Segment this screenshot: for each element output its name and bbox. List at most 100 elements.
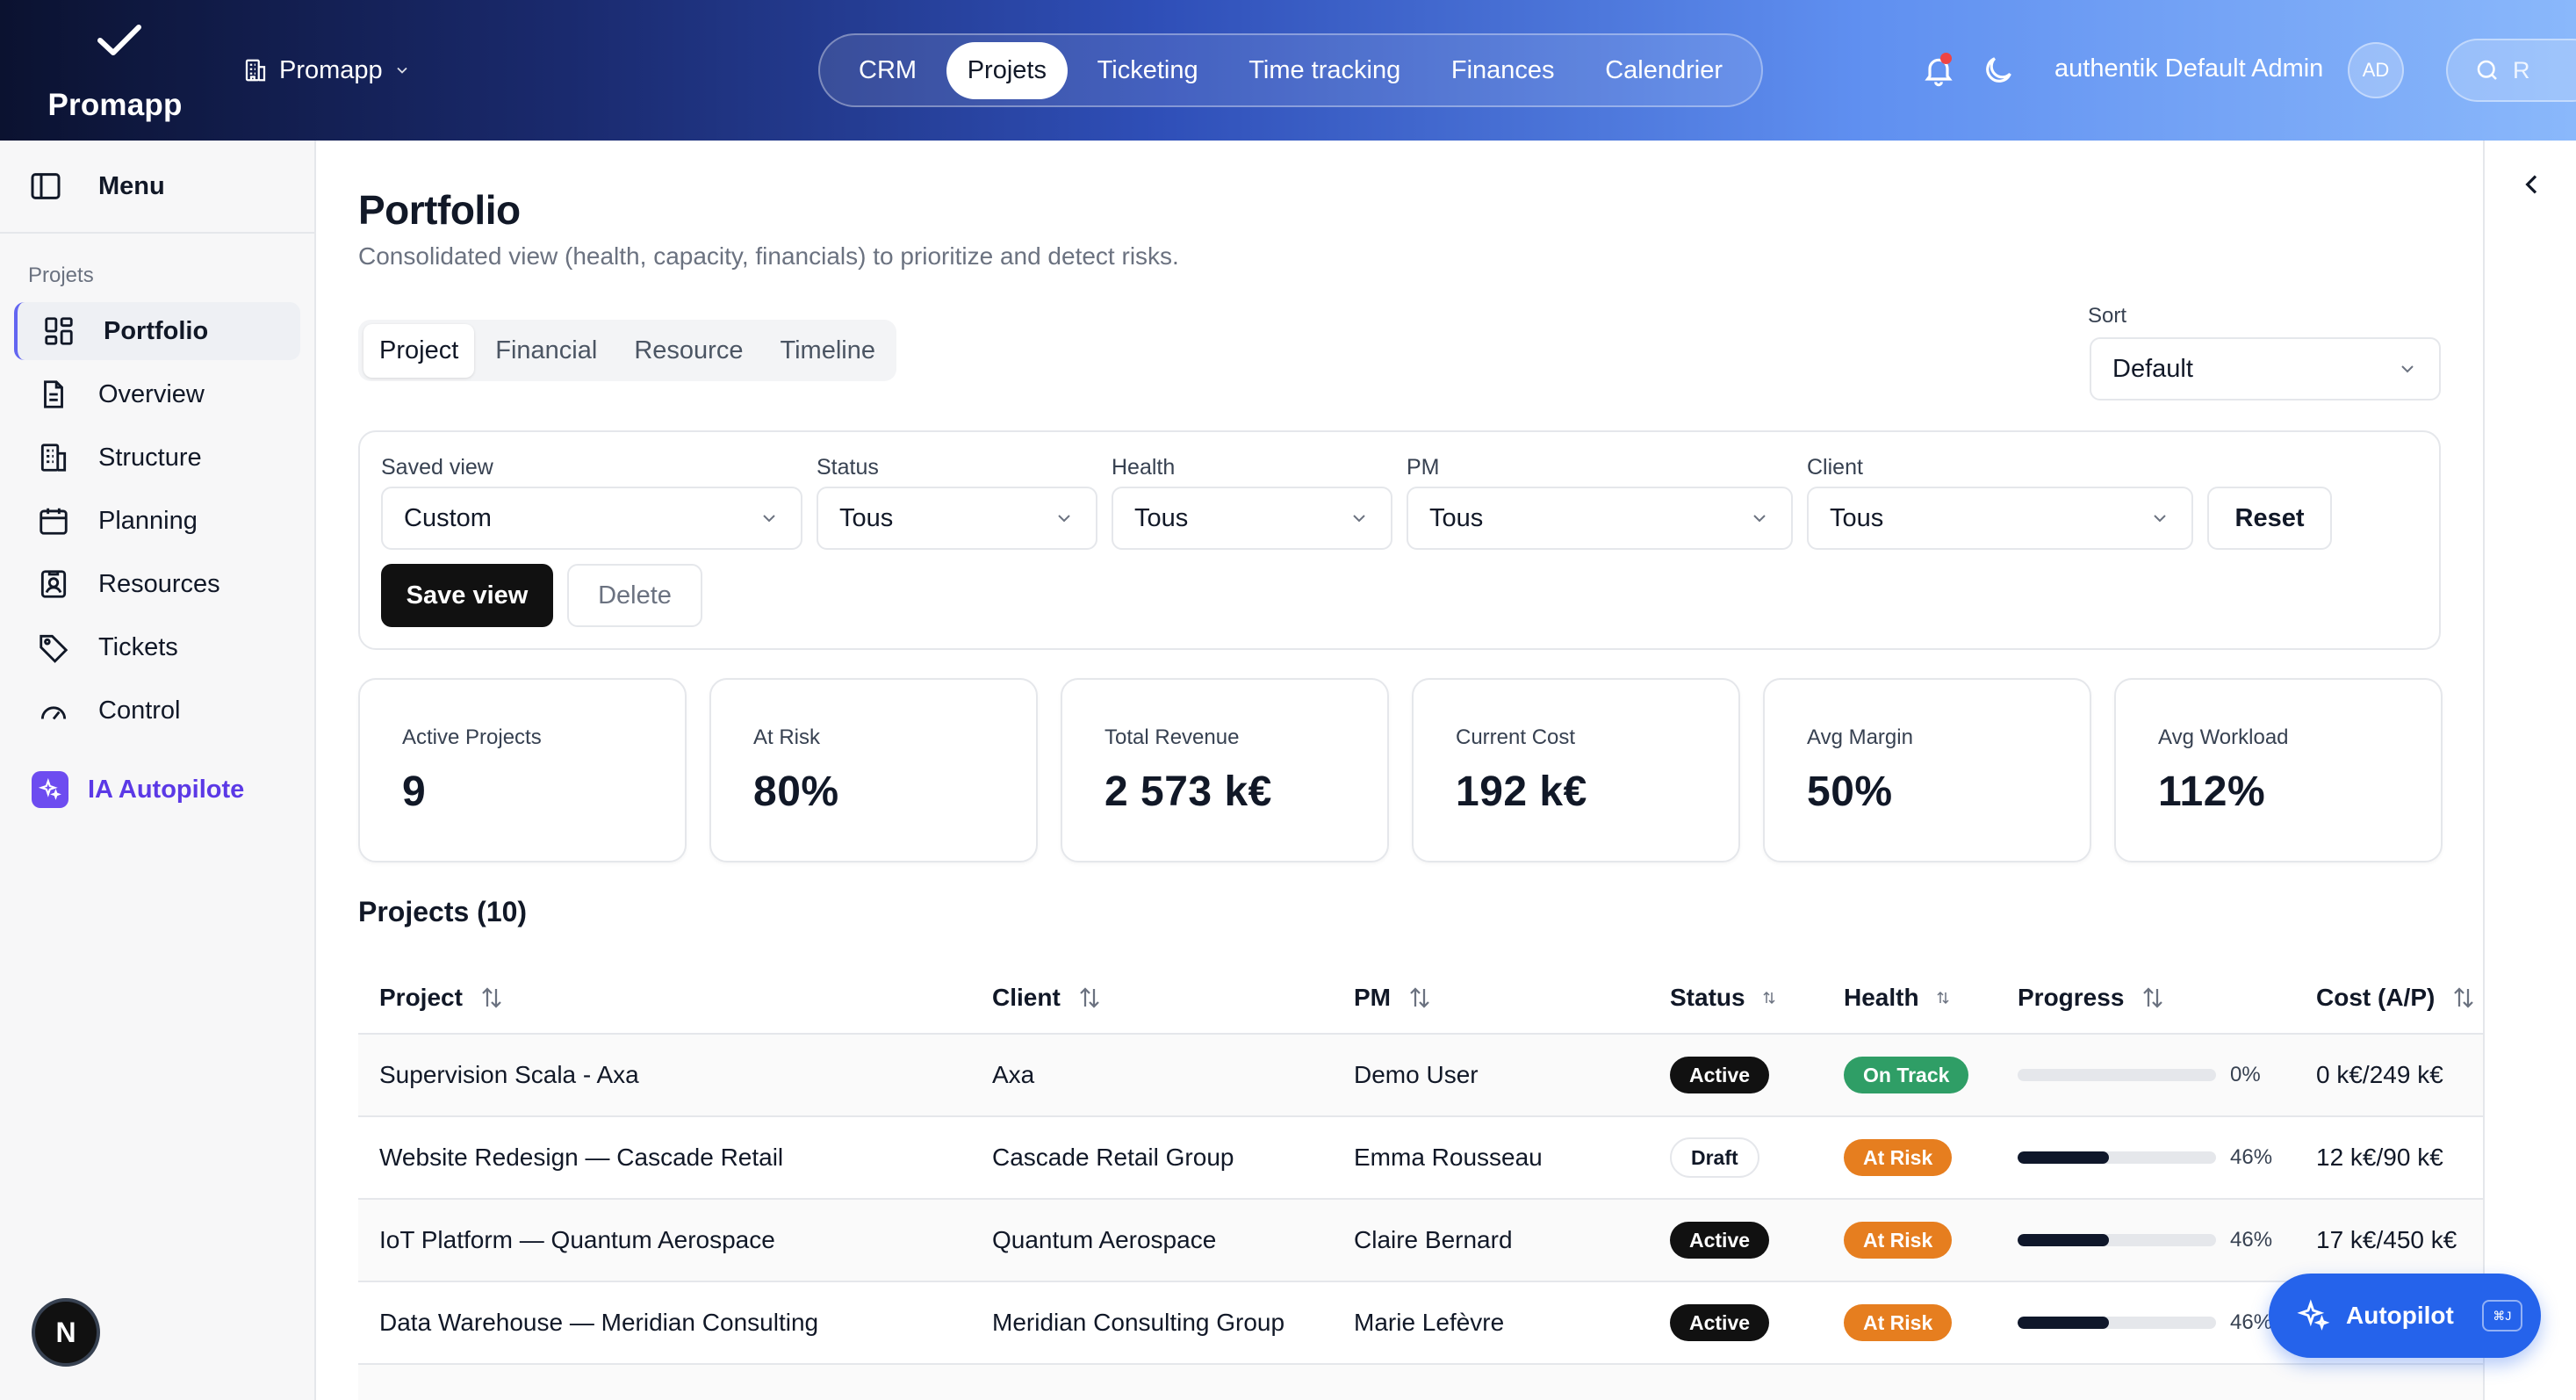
tab-resource[interactable]: Resource bbox=[618, 324, 759, 378]
column-header-pm[interactable]: PM bbox=[1354, 961, 1433, 1035]
tab-timeline[interactable]: Timeline bbox=[764, 324, 891, 378]
kpi-avg-margin: Avg Margin 50% bbox=[1763, 678, 2091, 862]
brand-logo[interactable]: Promapp bbox=[0, 0, 230, 141]
sidebar-item-control[interactable]: Control bbox=[14, 682, 300, 740]
cell-health: At Risk bbox=[1844, 1117, 1953, 1198]
kpi-value: 80% bbox=[753, 769, 839, 815]
saved-view-value: Custom bbox=[404, 503, 492, 532]
sort-icon bbox=[2143, 987, 2163, 1008]
health-badge: At Risk bbox=[1844, 1139, 1953, 1176]
moon-icon[interactable] bbox=[1981, 53, 2016, 88]
cell-status: Active bbox=[1670, 1035, 1770, 1115]
cell-progress: 46% bbox=[2018, 1282, 2272, 1363]
sidebar-item-label: Portfolio bbox=[104, 316, 209, 345]
health-badge: On Track bbox=[1844, 1057, 1969, 1093]
pm-filter-select[interactable]: Tous bbox=[1407, 487, 1793, 550]
chevron-down-icon bbox=[1058, 515, 1070, 523]
progress-bar bbox=[2018, 1151, 2216, 1164]
nav-projets[interactable]: Projets bbox=[946, 41, 1068, 99]
nav-finances[interactable]: Finances bbox=[1430, 42, 1576, 99]
reset-button[interactable]: Reset bbox=[2207, 487, 2332, 550]
grid-icon bbox=[45, 317, 73, 345]
status-filter-select[interactable]: Tous bbox=[817, 487, 1097, 550]
cell-client: Cascade Retail Group bbox=[992, 1144, 1234, 1171]
status-badge: Active bbox=[1670, 1057, 1770, 1093]
health-filter-select[interactable]: Tous bbox=[1112, 487, 1392, 550]
sparkle-icon bbox=[2297, 1299, 2330, 1331]
chevron-down-icon bbox=[397, 67, 407, 74]
save-view-button[interactable]: Save view bbox=[381, 564, 553, 627]
sort-select[interactable]: Default bbox=[2090, 337, 2441, 401]
table-row[interactable]: Data Warehouse — Meridian Consulting Mer… bbox=[358, 1282, 2483, 1365]
sidebar-item-tickets[interactable]: Tickets bbox=[14, 618, 300, 676]
sidebar-item-portfolio[interactable]: Portfolio bbox=[14, 302, 300, 360]
nav-crm[interactable]: CRM bbox=[838, 42, 938, 99]
column-header-cost[interactable]: Cost (A/P) bbox=[2316, 961, 2477, 1035]
client-filter-value: Tous bbox=[1830, 503, 1884, 532]
projects-section-title: Projects (10) bbox=[358, 896, 528, 927]
sidebar-item-structure[interactable]: Structure bbox=[14, 429, 300, 487]
kpi-avg-workload: Avg Workload 112% bbox=[2114, 678, 2443, 862]
nav-time-tracking[interactable]: Time tracking bbox=[1227, 42, 1421, 99]
id-badge-icon bbox=[40, 570, 67, 598]
user-avatar[interactable]: AD bbox=[2348, 42, 2404, 98]
cell-project[interactable]: IoT Platform — Quantum Aerospace bbox=[379, 1200, 775, 1281]
saved-view-select[interactable]: Custom bbox=[381, 487, 802, 550]
table-row[interactable]: Website Redesign — Cascade Retail Cascad… bbox=[358, 1117, 2483, 1200]
client-filter-select[interactable]: Tous bbox=[1807, 487, 2193, 550]
pm-filter-label: PM bbox=[1407, 455, 1440, 480]
autopilot-button[interactable]: Autopilot ⌘J bbox=[2269, 1274, 2541, 1358]
menu-toggle[interactable]: Menu bbox=[0, 141, 314, 234]
kpi-total-revenue: Total Revenue 2 573 k€ bbox=[1061, 678, 1389, 862]
kpi-value: 2 573 k€ bbox=[1105, 769, 1272, 815]
user-name[interactable]: authentik Default Admin bbox=[2054, 54, 2323, 83]
cell-status: Draft bbox=[1670, 1117, 1759, 1198]
sort-icon bbox=[2454, 987, 2474, 1008]
status-badge: Draft bbox=[1670, 1137, 1759, 1178]
column-header-client[interactable]: Client bbox=[992, 961, 1103, 1035]
sort-icon bbox=[482, 987, 501, 1008]
org-switcher[interactable]: Promapp bbox=[242, 51, 411, 90]
main-content: Portfolio Consolidated view (health, cap… bbox=[318, 141, 2483, 1400]
cell-project[interactable]: Website Redesign — Cascade Retail bbox=[379, 1117, 783, 1198]
delete-view-button[interactable]: Delete bbox=[567, 564, 702, 627]
table-row[interactable] bbox=[358, 1365, 2483, 1400]
cell-project[interactable]: Supervision Scala - Axa bbox=[379, 1035, 639, 1115]
cell-progress: 0% bbox=[2018, 1035, 2261, 1115]
sidebar-item-resources[interactable]: Resources bbox=[14, 555, 300, 613]
autopilot-label: Autopilot bbox=[2346, 1302, 2454, 1329]
column-header-health[interactable]: Health bbox=[1844, 961, 1951, 1035]
chevron-left-icon[interactable] bbox=[2518, 170, 2546, 198]
column-label: PM bbox=[1354, 984, 1391, 1011]
ia-autopilote-label: IA Autopilote bbox=[88, 775, 245, 804]
tab-project[interactable]: Project bbox=[363, 323, 475, 378]
status-badge: Active bbox=[1670, 1304, 1770, 1341]
sidebar-item-label: Structure bbox=[98, 443, 202, 472]
nav-calendrier[interactable]: Calendrier bbox=[1584, 42, 1744, 99]
table-row[interactable]: Supervision Scala - Axa Axa Demo User Ac… bbox=[358, 1035, 2483, 1117]
sidebar-item-label: Tickets bbox=[98, 632, 178, 661]
cell-pm: Claire Bernard bbox=[1354, 1226, 1513, 1253]
kpi-value: 9 bbox=[402, 769, 427, 815]
column-header-progress[interactable]: Progress bbox=[2018, 961, 2166, 1035]
kpi-value: 192 k€ bbox=[1456, 769, 1587, 815]
status-filter-value: Tous bbox=[839, 503, 894, 532]
sidebar-item-overview[interactable]: Overview bbox=[14, 365, 300, 423]
sidebar-item-planning[interactable]: Planning bbox=[14, 492, 300, 550]
sidebar-section-label: Projets bbox=[28, 263, 94, 287]
cell-project[interactable]: Data Warehouse — Meridian Consulting bbox=[379, 1282, 818, 1363]
bottom-avatar[interactable]: N bbox=[32, 1298, 100, 1367]
nav-ticketing[interactable]: Ticketing bbox=[1076, 42, 1220, 99]
sidebar-item-ia-autopilote[interactable]: IA Autopilote bbox=[32, 771, 244, 808]
cell-client: Axa bbox=[992, 1061, 1035, 1088]
notifications-button[interactable] bbox=[1921, 51, 1956, 90]
column-header-project[interactable]: Project bbox=[379, 961, 505, 1035]
tab-financial[interactable]: Financial bbox=[479, 324, 613, 378]
search-button[interactable]: R bbox=[2446, 39, 2576, 102]
column-header-status[interactable]: Status bbox=[1670, 961, 1777, 1035]
building-icon bbox=[40, 444, 67, 472]
table-row[interactable]: IoT Platform — Quantum Aerospace Quantum… bbox=[358, 1200, 2483, 1282]
building-icon bbox=[245, 59, 266, 82]
progress-percent: 46% bbox=[2230, 1228, 2273, 1252]
status-filter-label: Status bbox=[817, 455, 879, 480]
